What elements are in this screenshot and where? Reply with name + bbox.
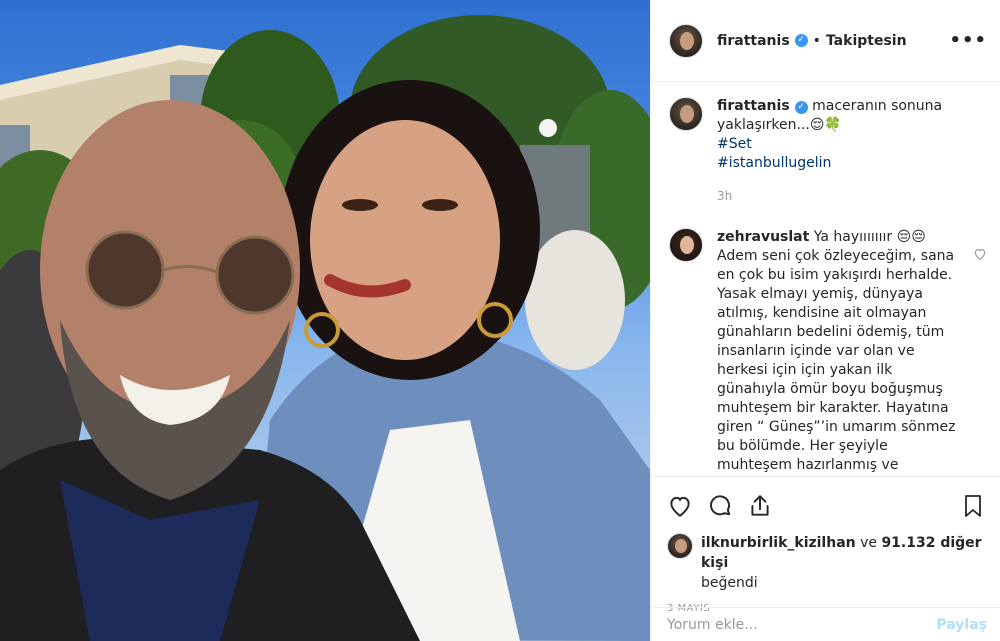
- post-header: firattanis ✓ • Takiptesin •••: [651, 0, 1000, 82]
- likes-suffix: beğendi: [701, 575, 758, 591]
- comment-text: Ya hayııııııır 😔😔 Adem seni çok özleyece…: [717, 229, 956, 473]
- photo-illustration: [0, 15, 650, 641]
- caption: firattanis ✓ maceranın sonuna yaklaşırken…: [669, 97, 983, 206]
- comment-username[interactable]: zehravuslat: [717, 229, 809, 245]
- glasses: [85, 230, 165, 310]
- share-icon[interactable]: [747, 493, 773, 519]
- action-bar: ilknurbirlik_kizilhan ve 91.132 diğer ki…: [651, 476, 1000, 614]
- likes-connector: ve: [855, 535, 882, 551]
- post-photo[interactable]: [0, 0, 650, 641]
- comment-avatar[interactable]: [669, 228, 703, 262]
- hashtag-set[interactable]: #Set: [717, 135, 957, 154]
- separator-dot: •: [812, 32, 821, 49]
- heart-icon[interactable]: [667, 493, 693, 519]
- verified-icon: ✓: [794, 101, 808, 114]
- comments-section[interactable]: firattanis ✓ maceranın sonuna yaklaşırken…: [651, 83, 1000, 475]
- comment-input[interactable]: [667, 616, 937, 633]
- caption-avatar[interactable]: [669, 97, 703, 131]
- comment-icon[interactable]: [707, 493, 733, 519]
- caption-time[interactable]: 3h: [717, 187, 957, 206]
- follow-status[interactable]: Takiptesin: [826, 33, 907, 49]
- post-comment-button[interactable]: Paylaş: [936, 617, 987, 633]
- liker-username[interactable]: ilknurbirlik_kizilhan: [701, 535, 856, 551]
- liker-avatar[interactable]: [667, 533, 693, 559]
- hashtag-istanbullugelin[interactable]: #istanbullugelin: [717, 154, 957, 173]
- more-icon[interactable]: •••: [949, 30, 987, 51]
- header-username[interactable]: firattanis: [717, 33, 790, 49]
- avatar[interactable]: [669, 23, 703, 58]
- verified-icon: ✓: [794, 34, 808, 47]
- add-comment-bar: Paylaş: [651, 607, 1000, 641]
- post-panel: firattanis ✓ • Takiptesin ••• firattanis…: [650, 0, 1000, 641]
- caption-username[interactable]: firattanis: [717, 98, 790, 114]
- comment: zehravuslat Ya hayııııııır 😔😔 Adem seni …: [669, 228, 983, 475]
- likes-summary: ilknurbirlik_kizilhan ve 91.132 diğer ki…: [667, 533, 985, 593]
- bookmark-icon[interactable]: [961, 493, 985, 519]
- comment-like-icon[interactable]: [973, 247, 987, 261]
